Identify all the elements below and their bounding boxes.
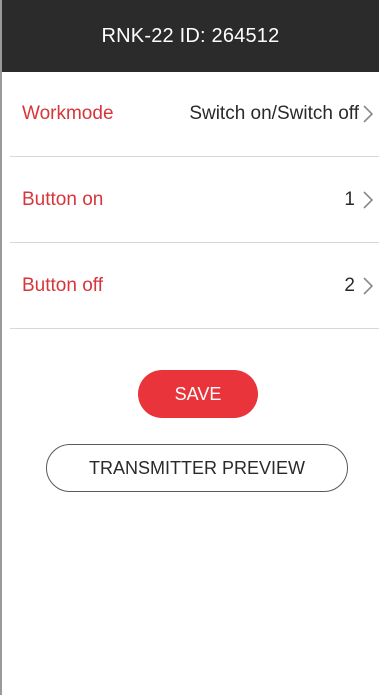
setting-label-button-off: Button off — [22, 275, 103, 296]
setting-label-button-on: Button on — [22, 189, 104, 210]
setting-label-workmode: Workmode — [22, 103, 114, 124]
chevron-right-icon — [363, 105, 374, 123]
setting-row-button-off[interactable]: Button off 2 — [10, 244, 379, 329]
setting-value-workmode: Switch on/Switch off — [189, 103, 359, 124]
chevron-right-icon — [363, 191, 374, 209]
header-bar: RNK-22 ID: 264512 — [2, 0, 379, 72]
setting-value-button-off: 2 — [344, 275, 355, 296]
chevron-right-icon — [363, 277, 374, 295]
setting-row-workmode[interactable]: Workmode Switch on/Switch off — [10, 72, 379, 157]
setting-row-button-on[interactable]: Button on 1 — [10, 158, 379, 243]
page-title: RNK-22 ID: 264512 — [101, 24, 280, 47]
setting-value-button-on: 1 — [344, 189, 355, 210]
save-button[interactable]: SAVE — [138, 370, 258, 418]
app-screen: RNK-22 ID: 264512 Workmode Switch on/Swi… — [0, 0, 379, 695]
transmitter-preview-button[interactable]: TRANSMITTER PREVIEW — [46, 444, 348, 492]
